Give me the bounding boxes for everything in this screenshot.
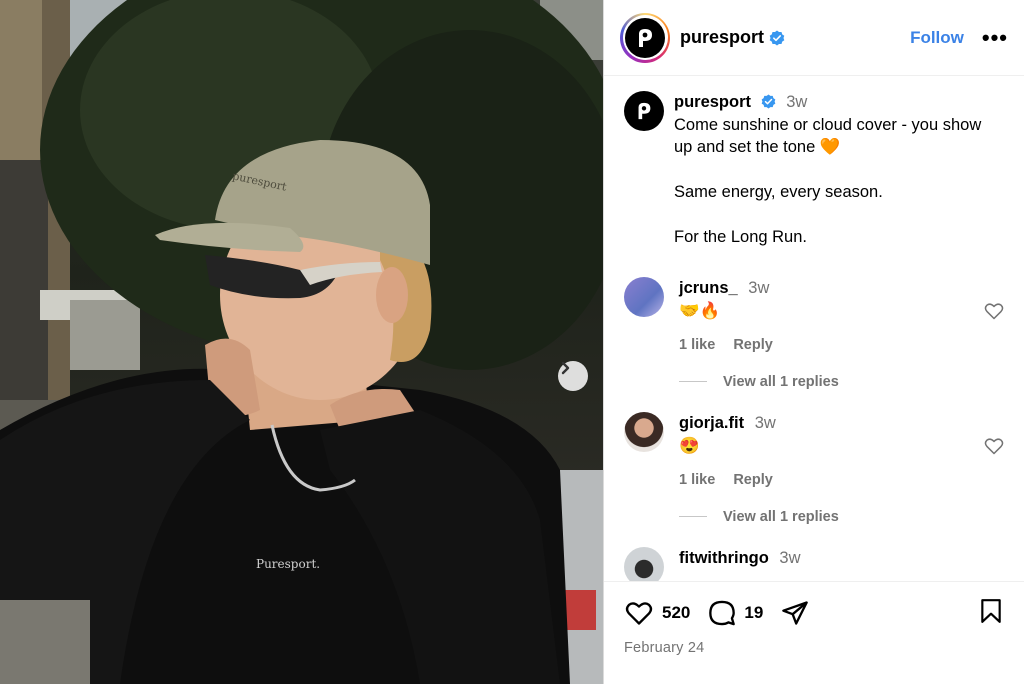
comments-scroll-area[interactable]: puresport 3w Come sunshine or cloud cove… (604, 77, 1024, 581)
comment-time: 3w (779, 548, 801, 567)
share-button[interactable] (781, 599, 809, 627)
comments-count[interactable]: 19 (744, 603, 763, 623)
likes-count[interactable]: 520 (662, 603, 690, 623)
next-image-button[interactable] (558, 361, 588, 391)
commenter-username[interactable]: fitwithringo (679, 549, 769, 567)
comment-item: fitwithringo 3w (624, 546, 1004, 581)
save-button[interactable] (978, 597, 1004, 630)
comment-time: 3w (754, 413, 776, 432)
reply-button[interactable]: Reply (733, 337, 773, 353)
commenter-avatar[interactable] (624, 276, 664, 317)
commenter-avatar[interactable] (624, 546, 664, 581)
post-header: puresport Follow ••• (604, 0, 1024, 76)
reply-button[interactable]: Reply (733, 472, 773, 488)
heart-icon (625, 602, 653, 625)
puresport-logo-icon (638, 102, 651, 120)
caption-time: 3w (786, 93, 808, 111)
send-icon (782, 601, 809, 625)
bookmark-icon (981, 598, 1001, 623)
comment-item: giorja.fit 3w 😍 1 like Reply (624, 411, 1004, 491)
like-comment-icon[interactable] (984, 436, 1004, 456)
caption-username[interactable]: puresport (674, 93, 751, 111)
chevron-right-icon (561, 361, 570, 375)
like-comment-icon[interactable] (984, 301, 1004, 321)
comment-likes[interactable]: 1 like (679, 472, 715, 488)
comment-button[interactable]: 19 (708, 599, 763, 627)
commenter-username[interactable]: jcruns_ (679, 279, 738, 297)
view-replies-button[interactable]: View all 1 replies (679, 509, 1004, 525)
post-details-panel: puresport Follow ••• puresport 3w Come s… (603, 0, 1024, 684)
caption-text: Come sunshine or cloud cover - you show … (674, 115, 982, 247)
commenter-username[interactable]: giorja.fit (679, 414, 744, 432)
verified-badge-icon (761, 94, 775, 109)
view-replies-label: View all 1 replies (723, 508, 839, 525)
header-username[interactable]: puresport (680, 27, 764, 48)
comment-text: 😍 (679, 436, 700, 455)
caption-avatar[interactable] (624, 91, 664, 131)
post-caption: puresport 3w Come sunshine or cloud cove… (624, 91, 1004, 249)
verified-badge-icon (769, 30, 785, 45)
post-date[interactable]: February 24 (624, 640, 1004, 656)
more-options-button[interactable]: ••• (982, 26, 1008, 49)
comment-likes[interactable]: 1 like (679, 337, 715, 353)
comment-item: jcruns_ 3w 🤝🔥 1 like Reply (624, 276, 1004, 356)
like-button[interactable]: 520 (624, 599, 690, 627)
comment-text: 🤝🔥 (679, 301, 721, 320)
post-actions: 520 19 February 24 (604, 581, 1024, 684)
divider-line (679, 516, 707, 517)
view-replies-label: View all 1 replies (723, 373, 839, 390)
view-replies-button[interactable]: View all 1 replies (679, 374, 1004, 390)
profile-avatar[interactable] (620, 12, 670, 63)
post-photo[interactable]: puresport Puresport. (0, 0, 603, 684)
comment-bubble-icon (709, 600, 736, 626)
puresport-logo-icon (639, 28, 652, 47)
follow-button[interactable]: Follow (910, 28, 964, 48)
divider-line (679, 381, 707, 382)
commenter-avatar[interactable] (624, 411, 664, 452)
photo-illustration (0, 0, 603, 684)
comment-time: 3w (748, 278, 770, 297)
shirt-logo-text: Puresport. (256, 557, 321, 571)
